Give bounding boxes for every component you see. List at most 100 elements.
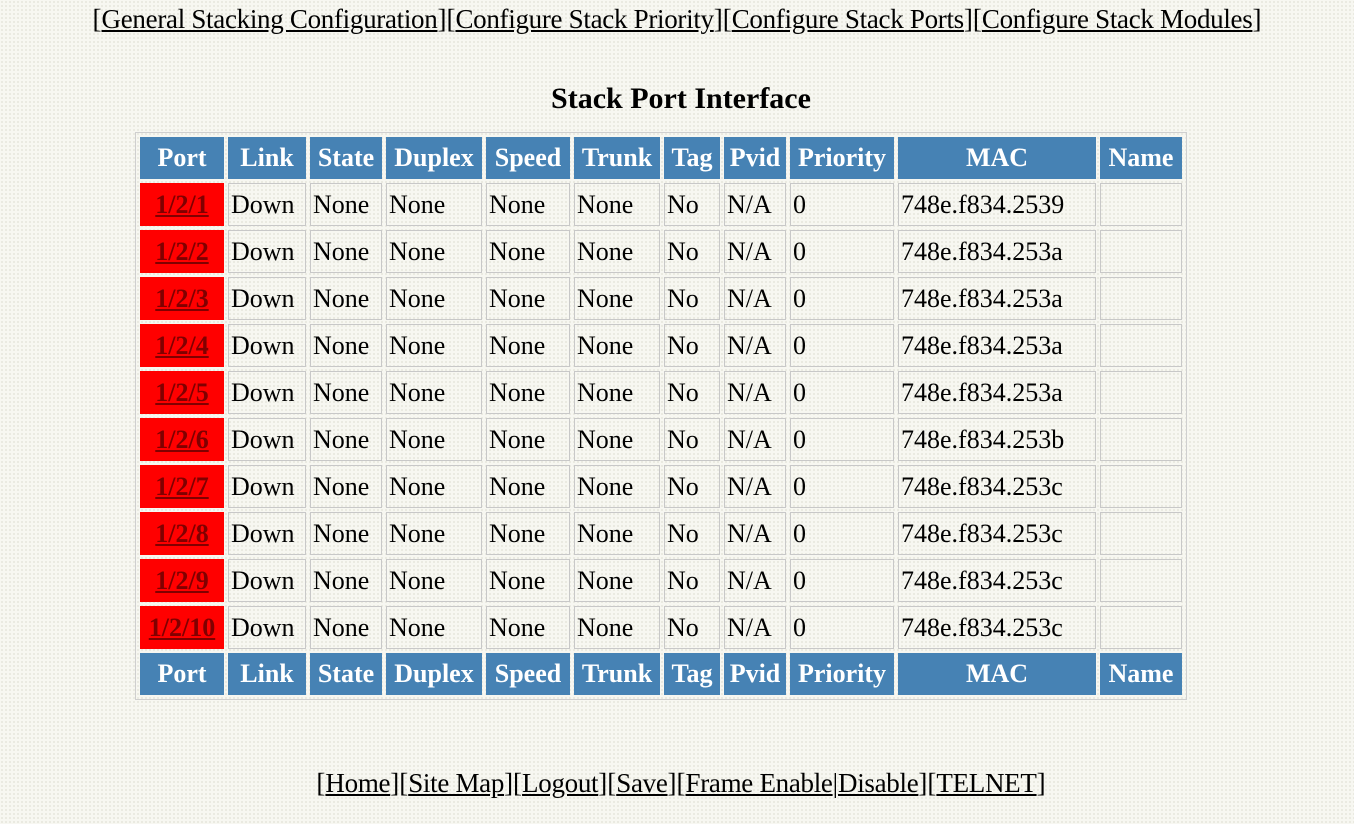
nav-configure-stack-priority[interactable]: Configure Stack Priority bbox=[455, 4, 714, 34]
cell-mac: 748e.f834.253a bbox=[898, 371, 1096, 414]
column-header-tag: Tag bbox=[664, 653, 720, 695]
cell-tag: No bbox=[664, 230, 720, 273]
port-link[interactable]: 1/2/4 bbox=[155, 331, 208, 360]
nav-configure-stack-modules[interactable]: Configure Stack Modules bbox=[982, 4, 1253, 34]
cell-speed: None bbox=[486, 512, 570, 555]
cell-state: None bbox=[310, 465, 382, 508]
port-link[interactable]: 1/2/6 bbox=[155, 425, 208, 454]
table-row: 1/2/4 Down None None None None No N/A 0 748e.f834… bbox=[140, 324, 1182, 367]
cell-mac: 748e.f834.253b bbox=[898, 418, 1096, 461]
column-header-name: Name bbox=[1100, 653, 1182, 695]
nav-home[interactable]: Home bbox=[325, 768, 390, 798]
cell-port: 1/2/8 bbox=[140, 512, 224, 555]
cell-priority: 0 bbox=[790, 183, 894, 226]
nav-general-stacking-configuration[interactable]: General Stacking Configuration bbox=[102, 4, 438, 34]
cell-speed: None bbox=[486, 371, 570, 414]
cell-mac: 748e.f834.2539 bbox=[898, 183, 1096, 226]
cell-trunk: None bbox=[574, 465, 660, 508]
cell-priority: 0 bbox=[790, 418, 894, 461]
nav-frame-enable[interactable]: Frame Enable bbox=[686, 768, 833, 798]
cell-state: None bbox=[310, 277, 382, 320]
nav-configure-stack-ports[interactable]: Configure Stack Ports bbox=[732, 4, 964, 34]
cell-mac: 748e.f834.253a bbox=[898, 277, 1096, 320]
cell-tag: No bbox=[664, 559, 720, 602]
port-link[interactable]: 1/2/10 bbox=[149, 613, 215, 642]
cell-tag: No bbox=[664, 418, 720, 461]
cell-name bbox=[1100, 324, 1182, 367]
cell-mac: 748e.f834.253a bbox=[898, 230, 1096, 273]
bracket: [ bbox=[92, 4, 102, 34]
stack-port-table: Port Link State Duplex Speed Trunk Tag Pvid Prio… bbox=[135, 132, 1187, 700]
cell-trunk: None bbox=[574, 183, 660, 226]
cell-name bbox=[1100, 230, 1182, 273]
table-row: 1/2/2 Down None None None None No N/A 0 748e.f834… bbox=[140, 230, 1182, 273]
cell-link: Down bbox=[228, 559, 306, 602]
cell-tag: No bbox=[664, 465, 720, 508]
cell-priority: 0 bbox=[790, 559, 894, 602]
bracket: ] bbox=[1252, 4, 1262, 34]
cell-priority: 0 bbox=[790, 324, 894, 367]
cell-pvid: N/A bbox=[724, 324, 786, 367]
cell-port: 1/2/5 bbox=[140, 371, 224, 414]
nav-telnet[interactable]: TELNET bbox=[936, 768, 1036, 798]
table-header-row: Port Link State Duplex Speed Trunk Tag Pvid Prio… bbox=[140, 137, 1182, 179]
cell-link: Down bbox=[228, 277, 306, 320]
cell-pvid: N/A bbox=[724, 559, 786, 602]
nav-site-map[interactable]: Site Map bbox=[408, 768, 504, 798]
cell-state: None bbox=[310, 559, 382, 602]
cell-name bbox=[1100, 371, 1182, 414]
cell-speed: None bbox=[486, 324, 570, 367]
cell-port: 1/2/1 bbox=[140, 183, 224, 226]
cell-priority: 0 bbox=[790, 277, 894, 320]
cell-trunk: None bbox=[574, 559, 660, 602]
table-row: 1/2/10 Down None None None None No N/A 0 748e.f83… bbox=[140, 606, 1182, 649]
cell-pvid: N/A bbox=[724, 465, 786, 508]
bracket: ][ bbox=[437, 4, 456, 34]
column-header-mac: MAC bbox=[898, 137, 1096, 179]
column-header-pvid: Pvid bbox=[724, 653, 786, 695]
cell-mac: 748e.f834.253c bbox=[898, 606, 1096, 649]
cell-duplex: None bbox=[386, 465, 482, 508]
port-link[interactable]: 1/2/8 bbox=[155, 519, 208, 548]
bracket: ] bbox=[1036, 768, 1046, 798]
table-row: 1/2/6 Down None None None None No N/A 0 748e.f834… bbox=[140, 418, 1182, 461]
nav-logout[interactable]: Logout bbox=[522, 768, 599, 798]
cell-trunk: None bbox=[574, 371, 660, 414]
port-link[interactable]: 1/2/7 bbox=[155, 472, 208, 501]
column-header-speed: Speed bbox=[486, 653, 570, 695]
nav-disable[interactable]: Disable bbox=[838, 768, 919, 798]
cell-trunk: None bbox=[574, 277, 660, 320]
cell-port: 1/2/7 bbox=[140, 465, 224, 508]
cell-mac: 748e.f834.253a bbox=[898, 324, 1096, 367]
column-header-port: Port bbox=[140, 137, 224, 179]
cell-trunk: None bbox=[574, 230, 660, 273]
cell-duplex: None bbox=[386, 230, 482, 273]
cell-name bbox=[1100, 606, 1182, 649]
cell-priority: 0 bbox=[790, 606, 894, 649]
cell-name bbox=[1100, 465, 1182, 508]
cell-trunk: None bbox=[574, 512, 660, 555]
cell-pvid: N/A bbox=[724, 183, 786, 226]
cell-link: Down bbox=[228, 371, 306, 414]
cell-link: Down bbox=[228, 465, 306, 508]
nav-save[interactable]: Save bbox=[616, 768, 668, 798]
cell-pvid: N/A bbox=[724, 606, 786, 649]
table-row: 1/2/9 Down None None None None No N/A 0 748e.f834… bbox=[140, 559, 1182, 602]
cell-speed: None bbox=[486, 418, 570, 461]
cell-state: None bbox=[310, 512, 382, 555]
cell-trunk: None bbox=[574, 606, 660, 649]
port-link[interactable]: 1/2/9 bbox=[155, 566, 208, 595]
cell-link: Down bbox=[228, 324, 306, 367]
cell-state: None bbox=[310, 606, 382, 649]
port-link[interactable]: 1/2/2 bbox=[155, 237, 208, 266]
cell-link: Down bbox=[228, 230, 306, 273]
port-link[interactable]: 1/2/5 bbox=[155, 378, 208, 407]
cell-mac: 748e.f834.253c bbox=[898, 465, 1096, 508]
port-link[interactable]: 1/2/1 bbox=[155, 190, 208, 219]
cell-speed: None bbox=[486, 559, 570, 602]
cell-pvid: N/A bbox=[724, 230, 786, 273]
cell-pvid: N/A bbox=[724, 418, 786, 461]
port-link[interactable]: 1/2/3 bbox=[155, 284, 208, 313]
column-header-state: State bbox=[310, 137, 382, 179]
cell-link: Down bbox=[228, 418, 306, 461]
